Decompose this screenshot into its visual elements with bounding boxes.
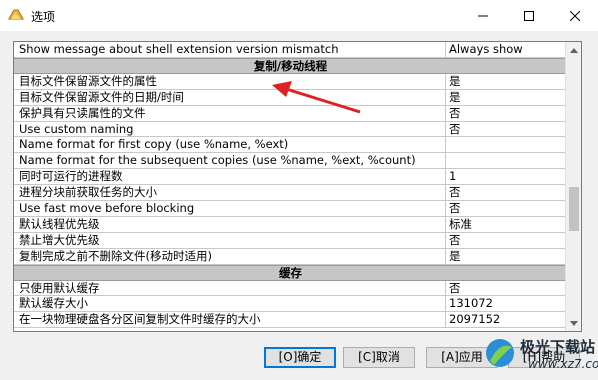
option-row[interactable]: 保护具有只读属性的文件 否 <box>14 105 567 122</box>
scroll-down-arrow-icon[interactable] <box>569 318 579 328</box>
option-value[interactable]: 2097152 <box>445 312 567 328</box>
option-row[interactable]: Show message about shell extension versi… <box>14 42 567 58</box>
option-row[interactable]: Use custom naming 否 <box>14 121 567 138</box>
watermark-text: 极光下载站 <box>520 338 596 356</box>
option-value[interactable]: 是 <box>445 89 567 105</box>
title-bar: 选项 <box>0 0 598 31</box>
option-value[interactable]: 否 <box>445 185 567 201</box>
option-label: 目标文件保留源文件的日期/时间 <box>19 89 184 104</box>
window-title: 选项 <box>31 10 56 24</box>
maximize-icon <box>524 10 534 21</box>
option-row[interactable]: 进程分块前获取任务的大小 否 <box>14 185 567 202</box>
option-value[interactable]: 否 <box>445 201 567 216</box>
option-value[interactable]: 标准 <box>445 216 567 232</box>
option-label: 保护具有只读属性的文件 <box>19 105 146 120</box>
scrollbar-thumb[interactable] <box>569 187 579 231</box>
ok-button[interactable]: [O]确定 <box>264 347 336 368</box>
options-rows: Show message about shell extension versi… <box>14 42 567 329</box>
option-row[interactable]: 默认线程优先级 标准 <box>14 216 567 233</box>
option-value[interactable]: 131072 <box>445 296 567 312</box>
option-label: Name format for first copy (use %name, %… <box>19 137 289 152</box>
option-label: 同时可运行的进程数 <box>19 169 123 184</box>
option-row[interactable]: 在一块物理硬盘各分区间复制文件时缓存的大小 2097152 <box>14 312 567 329</box>
option-label: 复制完成之前不删除文件(移动时适用) <box>19 248 212 263</box>
cancel-button[interactable]: [C]取消 <box>343 347 415 368</box>
vertical-scrollbar[interactable] <box>565 42 581 331</box>
option-row[interactable]: 目标文件保留源文件的属性 是 <box>14 73 567 90</box>
option-label: 默认线程优先级 <box>19 216 100 231</box>
option-row[interactable]: 只使用默认缓存 否 <box>14 280 567 297</box>
close-icon <box>570 10 580 21</box>
option-label: 在一块物理硬盘各分区间复制文件时缓存的大小 <box>19 312 261 327</box>
options-grid[interactable]: Show message about shell extension versi… <box>13 41 582 332</box>
option-row[interactable]: 默认缓存大小 131072 <box>14 296 567 313</box>
close-button[interactable] <box>552 0 598 31</box>
option-label: 禁止增大优先级 <box>19 232 100 247</box>
option-value[interactable]: 否 <box>445 121 567 137</box>
option-label: 只使用默认缓存 <box>19 280 100 295</box>
option-label: Name format for the subsequent copies (u… <box>19 153 416 168</box>
option-row[interactable]: Name format for the subsequent copies (u… <box>14 153 567 170</box>
option-label: Show message about shell extension versi… <box>19 42 339 56</box>
watermark-url: www.xz7.com <box>528 357 598 371</box>
option-label: Use fast move before blocking <box>19 201 195 216</box>
option-value[interactable] <box>445 153 567 169</box>
option-label: 进程分块前获取任务的大小 <box>19 185 157 200</box>
option-label: 目标文件保留源文件的属性 <box>19 73 157 88</box>
option-row[interactable]: 同时可运行的进程数 1 <box>14 169 567 186</box>
minimize-button[interactable] <box>460 0 506 31</box>
option-value[interactable]: 否 <box>445 105 567 121</box>
section-header: 缓存 <box>14 264 567 281</box>
maximize-button[interactable] <box>506 0 552 31</box>
scroll-up-arrow-icon[interactable] <box>569 45 579 55</box>
option-value[interactable] <box>445 137 567 153</box>
app-icon <box>8 7 24 23</box>
option-row[interactable]: 复制完成之前不删除文件(移动时适用) 是 <box>14 248 567 265</box>
option-row[interactable]: Name format for first copy (use %name, %… <box>14 137 567 154</box>
option-value[interactable]: 是 <box>445 73 567 89</box>
option-label: Use custom naming <box>19 121 134 136</box>
option-row[interactable]: 目标文件保留源文件的日期/时间 是 <box>14 89 567 106</box>
option-value[interactable]: 是 <box>445 248 567 264</box>
option-row[interactable]: 禁止增大优先级 否 <box>14 232 567 249</box>
option-value[interactable]: 否 <box>445 232 567 248</box>
option-value[interactable]: 1 <box>445 169 567 185</box>
minimize-icon <box>478 15 488 16</box>
section-header: 复制/移动线程 <box>14 57 567 74</box>
option-label: 默认缓存大小 <box>19 296 88 311</box>
option-value[interactable]: Always show <box>445 42 567 57</box>
option-value[interactable]: 否 <box>445 280 567 296</box>
option-row[interactable]: Use fast move before blocking 否 <box>14 201 567 217</box>
